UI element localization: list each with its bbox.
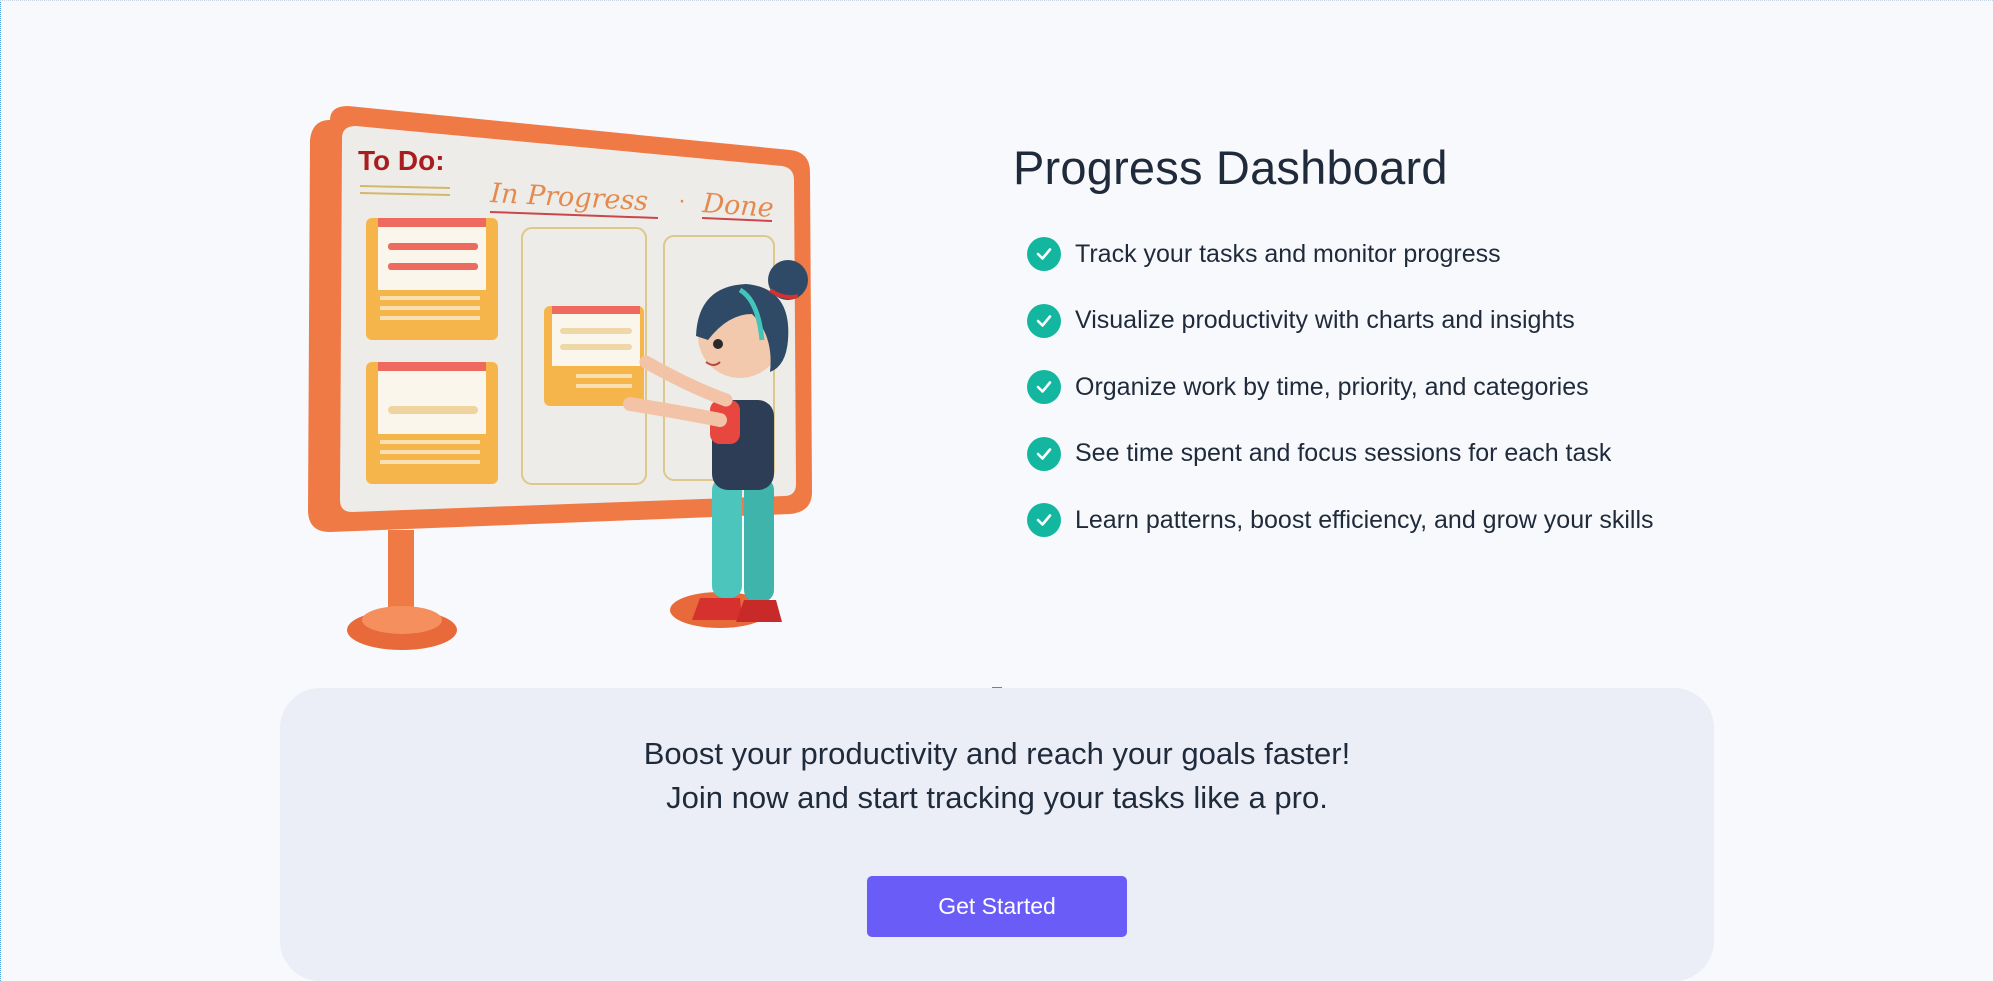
- check-circle-icon: [1027, 436, 1061, 471]
- cta-panel: Boost your productivity and reach your g…: [280, 688, 1714, 981]
- board-label-separator: ·: [678, 187, 686, 214]
- feature-text: Learn patterns, boost efficiency, and gr…: [1075, 505, 1654, 534]
- page-edge-top: [0, 0, 1993, 1]
- feature-text: Visualize productivity with charts and i…: [1075, 306, 1575, 335]
- sticky-note: [366, 362, 498, 484]
- feature-item: Visualize productivity with charts and i…: [1027, 288, 1773, 355]
- check-circle-icon: [1027, 503, 1061, 538]
- sticky-note-in-progress: [544, 306, 644, 406]
- get-started-button[interactable]: Get Started: [867, 876, 1127, 937]
- features-section: Progress Dashboard Track your tasks and …: [1013, 140, 1773, 554]
- page-title: Progress Dashboard: [1013, 141, 1448, 194]
- check-circle-icon: [1027, 237, 1061, 272]
- kanban-board-illustration: To Do: In Progress · Done: [300, 100, 820, 660]
- feature-text: See time spent and focus sessions for ea…: [1075, 439, 1612, 468]
- board-stand-left: [347, 530, 457, 650]
- cta-headline: Boost your productivity and reach your g…: [643, 736, 1351, 771]
- feature-text: Organize work by time, priority, and cat…: [1075, 372, 1589, 401]
- page-edge-left: [0, 0, 1, 981]
- sticky-note: [366, 218, 498, 340]
- landing-page: To Do: In Progress · Done Progress Dashb…: [0, 0, 1993, 981]
- feature-list: Track your tasks and monitor progress Vi…: [1027, 221, 1773, 554]
- board-label-todo: To Do:: [358, 145, 445, 176]
- feature-item: Learn patterns, boost efficiency, and gr…: [1027, 487, 1773, 554]
- feature-item: Organize work by time, priority, and cat…: [1027, 354, 1773, 421]
- feature-text: Track your tasks and monitor progress: [1075, 239, 1501, 268]
- check-circle-icon: [1027, 303, 1061, 338]
- feature-item: See time spent and focus sessions for ea…: [1027, 421, 1773, 488]
- check-circle-icon: [1027, 370, 1061, 405]
- cta-subline: Join now and start tracking your tasks l…: [666, 780, 1328, 815]
- feature-item: Track your tasks and monitor progress: [1027, 221, 1773, 288]
